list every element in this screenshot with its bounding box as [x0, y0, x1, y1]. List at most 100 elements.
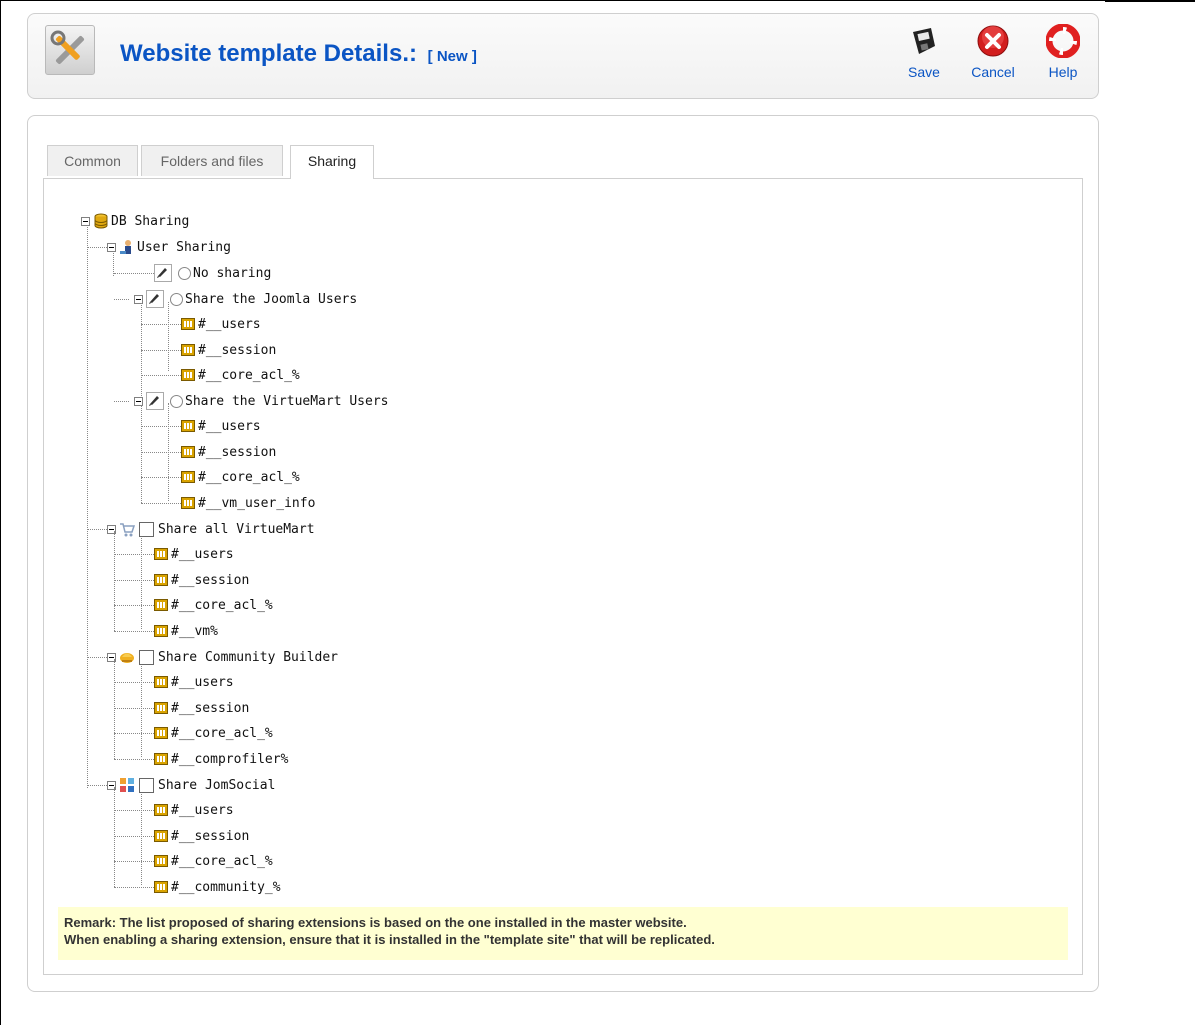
cancel-button[interactable]: Cancel [963, 24, 1023, 80]
table-icon [154, 830, 168, 842]
share-all-virtuemart-checkbox[interactable] [139, 521, 154, 537]
table-name: #__users [198, 316, 261, 332]
table-node: #__core_acl_% [154, 724, 273, 742]
page-header: Website template Details.: [ New ] Save … [27, 13, 1099, 99]
table-icon [154, 702, 168, 714]
table-icon [154, 753, 168, 765]
page-title-text: Website template Details.: [120, 40, 417, 67]
table-name: #__users [198, 418, 261, 434]
help-label: Help [1048, 64, 1078, 80]
table-node: #__session [154, 827, 249, 845]
share-community-builder-checkbox[interactable] [139, 649, 154, 665]
tree-node-db-sharing: DB Sharing [81, 212, 189, 230]
table-name: #__session [198, 444, 277, 460]
table-icon [181, 318, 195, 330]
collapse-toggle[interactable] [107, 242, 116, 252]
table-icon [181, 446, 195, 458]
table-name: #__core_acl_% [171, 597, 273, 613]
table-icon [154, 727, 168, 739]
table-name: #__users [171, 802, 234, 818]
remark-note: Remark: The list proposed of sharing ext… [58, 907, 1068, 960]
tools-icon [45, 25, 95, 75]
jomsocial-icon [120, 778, 134, 792]
tree-label-no-sharing: No sharing [193, 265, 272, 281]
table-icon [154, 548, 168, 560]
collapse-toggle[interactable] [81, 216, 90, 226]
table-node: #__core_acl_% [154, 852, 273, 870]
tree-node-share-all-virtuemart: Share all VirtueMart [107, 520, 315, 538]
table-icon [181, 497, 195, 509]
lifebuoy-icon [1046, 24, 1080, 58]
table-icon [181, 344, 195, 356]
table-node: #__users [181, 417, 261, 435]
table-node: #__core_acl_% [181, 468, 300, 486]
save-button[interactable]: Save [894, 24, 954, 80]
pencil-icon [146, 392, 164, 410]
no-sharing-radio[interactable] [178, 266, 191, 280]
tree-label-share-vm-users: Share the VirtueMart Users [185, 393, 389, 409]
table-name: #__community_% [171, 879, 281, 895]
table-node: #__users [154, 801, 234, 819]
table-node: #__session [154, 699, 249, 717]
table-name: #__core_acl_% [171, 853, 273, 869]
table-node: #__core_acl_% [181, 366, 300, 384]
share-joomla-users-radio[interactable] [170, 292, 183, 306]
tree-label-share-community-builder: Share Community Builder [158, 649, 339, 665]
table-name: #__core_acl_% [171, 725, 273, 741]
table-name: #__comprofiler% [171, 751, 289, 767]
table-node: #__session [181, 341, 276, 359]
table-name: #__vm% [171, 623, 218, 639]
table-node: #__vm% [154, 622, 218, 640]
table-icon [154, 855, 168, 867]
help-button[interactable]: Help [1033, 24, 1093, 80]
tree-label-share-all-virtuemart: Share all VirtueMart [158, 521, 315, 537]
sharing-tab-content: DB Sharing User Sharing No sharing Share… [43, 178, 1083, 975]
table-icon [181, 369, 195, 381]
save-label: Save [908, 64, 940, 80]
table-node: #__users [154, 673, 234, 691]
table-icon [181, 420, 195, 432]
tree-node-share-joomla-users: Share the Joomla Users [134, 290, 357, 308]
shopping-cart-icon [120, 523, 135, 537]
remark-line-1: Remark: The list proposed of sharing ext… [64, 915, 687, 930]
table-name: #__vm_user_info [198, 495, 316, 511]
tab-folders-and-files[interactable]: Folders and files [141, 145, 283, 176]
table-node: #__session [181, 443, 276, 461]
tab-sharing[interactable]: Sharing [290, 145, 374, 179]
table-name: #__session [171, 828, 250, 844]
tree-label-user-sharing: User Sharing [137, 239, 231, 255]
tree-node-share-vm-users: Share the VirtueMart Users [134, 392, 389, 410]
table-icon [154, 881, 168, 893]
table-node: #__comprofiler% [154, 750, 288, 768]
share-jomsocial-checkbox[interactable] [139, 777, 154, 793]
database-icon [94, 213, 108, 229]
save-icon [913, 28, 935, 54]
table-icon [154, 599, 168, 611]
tree-label-share-joomla-users: Share the Joomla Users [185, 291, 358, 307]
tree-node-user-sharing: User Sharing [107, 238, 231, 256]
table-node: #__vm_user_info [181, 494, 315, 512]
community-builder-icon [120, 653, 134, 663]
table-node: #__core_acl_% [154, 596, 273, 614]
details-panel: Common Folders and files Sharing DB Shar… [27, 115, 1099, 992]
tree-node-share-community-builder: Share Community Builder [107, 648, 338, 666]
share-vm-users-radio[interactable] [170, 394, 183, 408]
remark-line-2: When enabling a sharing extension, ensur… [64, 932, 715, 947]
table-name: #__session [171, 572, 250, 588]
table-icon [154, 625, 168, 637]
table-node: #__session [154, 571, 249, 589]
user-icon [120, 240, 131, 254]
table-node: #__users [181, 315, 261, 333]
tree-label-db-sharing: DB Sharing [111, 213, 190, 229]
tab-common[interactable]: Common [47, 145, 138, 176]
table-node: #__community_% [154, 878, 281, 896]
table-node: #__users [154, 545, 234, 563]
pencil-icon [154, 264, 172, 282]
tree-node-no-sharing: No sharing [154, 264, 271, 282]
table-name: #__users [171, 546, 234, 562]
table-name: #__session [198, 342, 277, 358]
table-icon [154, 676, 168, 688]
status-badge: [ New ] [427, 48, 477, 65]
table-name: #__core_acl_% [198, 469, 300, 485]
table-name: #__core_acl_% [198, 367, 300, 383]
